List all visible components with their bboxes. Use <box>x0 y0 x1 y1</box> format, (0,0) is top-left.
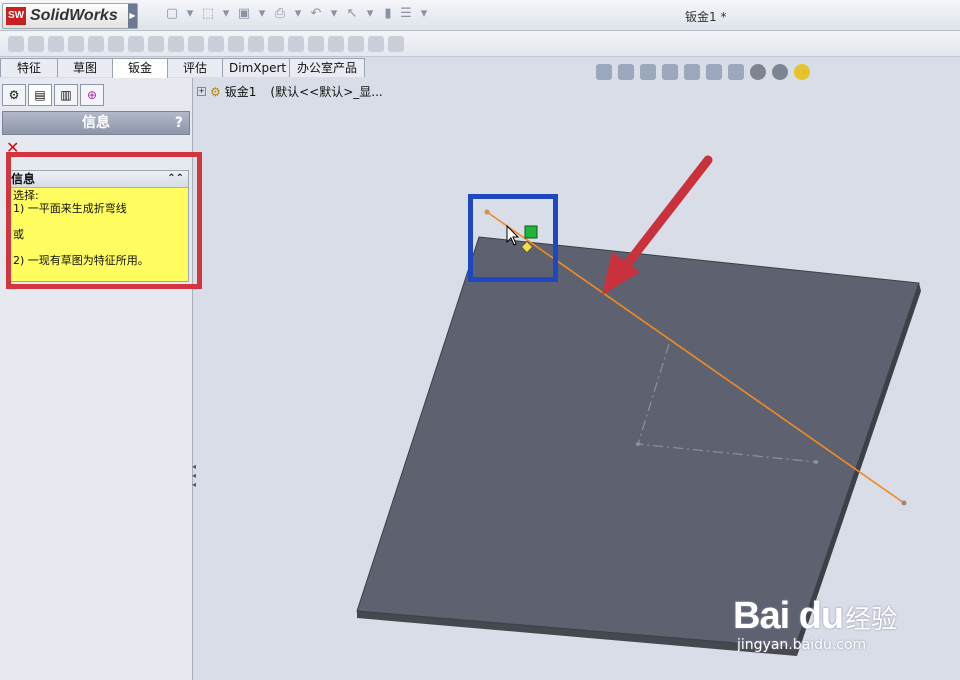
new-document-icon[interactable]: ▢ <box>165 6 179 22</box>
annotation-blue-box <box>468 194 558 282</box>
menu-expand-icon[interactable]: ▶ <box>128 4 137 28</box>
fold-icon[interactable] <box>288 35 304 52</box>
previous-view-icon[interactable] <box>640 64 656 80</box>
tab-evaluate[interactable]: 评估 <box>167 58 223 77</box>
sketch-construction-line <box>637 343 817 463</box>
baidu-logo: Bai du <box>733 595 844 637</box>
edge-flange-icon[interactable] <box>68 35 84 52</box>
dropdown-icon[interactable]: ▾ <box>327 6 341 22</box>
rip-icon[interactable] <box>208 35 224 52</box>
line-endpoint <box>901 500 907 506</box>
sketched-bend-icon[interactable] <box>128 35 144 52</box>
sheet-plate-edge <box>357 611 797 656</box>
edit-appearance-icon[interactable] <box>750 64 766 80</box>
annotation-arrow-head <box>602 252 640 295</box>
open-icon[interactable]: ⬚ <box>201 6 215 22</box>
part-name[interactable]: 钣金1 <box>225 83 257 100</box>
lofted-bend-icon[interactable] <box>48 35 64 52</box>
view-settings-icon[interactable] <box>794 64 810 80</box>
tab-office-products[interactable]: 办公室产品 <box>289 58 365 77</box>
annotation-arrow-shaft <box>613 155 713 281</box>
document-title: 钣金1 * <box>685 10 727 24</box>
sketch-point <box>636 442 640 446</box>
configuration-manager-tab[interactable]: ▥ <box>54 84 78 106</box>
hide-show-items-icon[interactable] <box>728 64 744 80</box>
app-name: SolidWorks <box>30 7 118 24</box>
cross-break-icon[interactable] <box>168 35 184 52</box>
feature-tree-icon: ⚙ <box>8 88 20 102</box>
dropdown-icon[interactable]: ▾ <box>219 6 233 22</box>
rebuild-icon[interactable]: ▮ <box>381 6 395 22</box>
watermark-url: jingyan.baidu.com <box>737 637 867 653</box>
print-icon[interactable]: ⎙ <box>273 6 287 22</box>
dimxpert-manager-tab[interactable]: ⊕ <box>80 84 104 106</box>
property-manager-tab[interactable]: ▤ <box>28 84 52 106</box>
quick-access-toolbar: ▢ ▾ ⬚ ▾ ▣ ▾ ⎙ ▾ ↶ ▾ ↖ ▾ ▮ ☰ ▾ <box>165 6 431 22</box>
tab-features[interactable]: 特征 <box>0 58 58 77</box>
baidu-watermark: Bai du经验 jingyan.baidu.com <box>733 595 898 653</box>
command-manager-tabs: 特征 草图 钣金 评估 DimXpert 办公室产品 <box>0 58 370 79</box>
convert-to-sheet-metal-icon[interactable] <box>28 35 44 52</box>
display-style-icon[interactable] <box>706 64 722 80</box>
flatten-icon[interactable] <box>308 35 324 52</box>
save-icon[interactable]: ▣ <box>237 6 251 22</box>
dropdown-icon[interactable]: ▾ <box>363 6 377 22</box>
vent-icon[interactable] <box>248 35 264 52</box>
zoom-to-area-icon[interactable] <box>618 64 634 80</box>
sheet-plate <box>356 236 920 649</box>
jingyan-label: 经验 <box>845 605 898 635</box>
corners-icon[interactable] <box>188 35 204 52</box>
expand-icon[interactable]: + <box>197 87 206 96</box>
configuration-label: (默认<<默认>_显... <box>270 85 383 99</box>
annotation-red-box <box>6 152 202 289</box>
page-title: 信息 <box>82 115 110 131</box>
heads-up-view-toolbar <box>596 64 810 80</box>
base-flange-icon[interactable] <box>8 35 24 52</box>
title-bar: SW SolidWorks ▶ ▢ ▾ ⬚ ▾ ▣ ▾ ⎙ ▾ ↶ ▾ ↖ ▾ ▮ ☰ ▾ 钣… <box>0 0 960 31</box>
dropdown-icon[interactable]: ▾ <box>255 6 269 22</box>
dropdown-icon[interactable]: ▾ <box>417 6 431 22</box>
help-icon[interactable]: ? <box>175 112 183 134</box>
view-orientation-icon[interactable] <box>684 64 700 80</box>
forming-tool-icon[interactable] <box>228 35 244 52</box>
unfold-icon[interactable] <box>268 35 284 52</box>
crosshair-icon: ⊕ <box>86 88 98 102</box>
property-manager-header: 信息 ? <box>2 111 190 135</box>
zoom-to-fit-icon[interactable] <box>596 64 612 80</box>
select-icon[interactable]: ↖ <box>345 6 359 22</box>
simple-hole-icon[interactable] <box>388 35 404 52</box>
section-view-icon[interactable] <box>662 64 678 80</box>
feature-manager-tab[interactable]: ⚙ <box>2 84 26 106</box>
hem-icon[interactable] <box>108 35 124 52</box>
miter-flange-icon[interactable] <box>88 35 104 52</box>
jog-icon[interactable] <box>148 35 164 52</box>
sheet-metal-toolbar <box>0 31 960 57</box>
dropdown-icon[interactable]: ▾ <box>291 6 305 22</box>
options-icon[interactable]: ☰ <box>399 6 413 22</box>
tab-sketch[interactable]: 草图 <box>57 58 113 77</box>
dropdown-icon[interactable]: ▾ <box>183 6 197 22</box>
configuration-icon: ▥ <box>60 88 72 102</box>
insert-bends-icon[interactable] <box>348 35 364 52</box>
tab-sheet-metal[interactable]: 钣金 <box>112 58 168 79</box>
property-icon: ▤ <box>34 88 46 102</box>
sketch-point <box>814 460 818 464</box>
solidworks-menu-button[interactable]: SW SolidWorks ▶ <box>2 3 138 29</box>
manager-tabs: ⚙ ▤ ▥ ⊕ <box>2 84 104 106</box>
panel-splitter-handle[interactable]: ◂ ◂ ◂ <box>192 462 200 490</box>
no-bends-icon[interactable] <box>328 35 344 52</box>
tab-dimxpert[interactable]: DimXpert <box>222 58 290 77</box>
solidworks-logo-icon: SW <box>6 7 26 25</box>
feature-tree-flyout: + ⚙ 钣金1 (默认<<默认>_显... <box>197 83 383 100</box>
apply-scene-icon[interactable] <box>772 64 788 80</box>
extruded-cut-icon[interactable] <box>368 35 384 52</box>
part-icon: ⚙ <box>210 84 221 99</box>
undo-icon[interactable]: ↶ <box>309 6 323 22</box>
